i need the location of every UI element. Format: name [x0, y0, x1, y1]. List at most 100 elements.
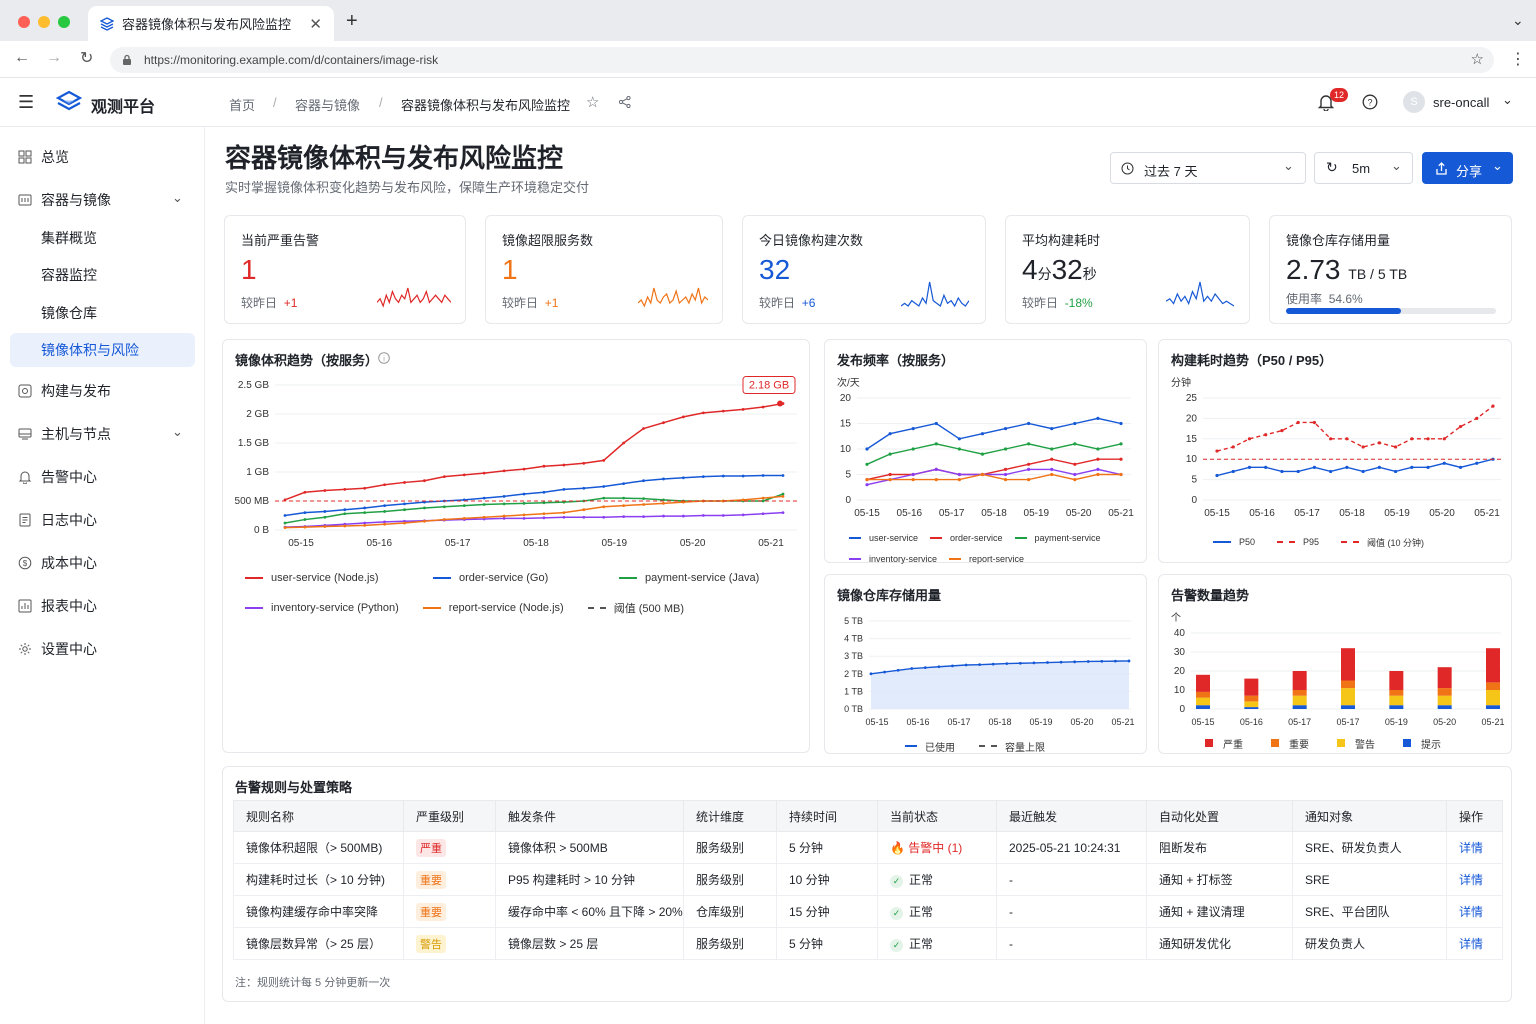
legend-item[interactable]: 警告: [1337, 736, 1375, 751]
data-point: [888, 452, 892, 456]
share-link-icon[interactable]: [619, 96, 631, 108]
data-point: [869, 672, 873, 676]
legend-item[interactable]: payment-service: [1014, 533, 1101, 543]
legend-item[interactable]: 重要: [1271, 736, 1309, 751]
tab-list-chevron-icon[interactable]: ⌄: [1512, 12, 1524, 29]
detail-link-text[interactable]: 详情: [1459, 841, 1483, 855]
table-row[interactable]: 构建耗时过长（> 10 分钟) 重要 P95 构建耗时 > 10 分钟 服务级别 10 …: [233, 863, 1503, 896]
kpi-critical-alerts[interactable]: 当前严重告警 1 较昨日 +1: [224, 215, 466, 324]
legend-item[interactable]: 严重: [1205, 736, 1243, 751]
browser-tab[interactable]: 容器镜像体积与发布风险监控 ✕: [88, 6, 334, 41]
column-header[interactable]: 自动化处置: [1146, 800, 1293, 832]
sidebar-item-build-release[interactable]: 构建与发布: [10, 374, 195, 408]
storage-area-chart: 0 TB 1 TB 2 TB 3 TB 4 TB 5 TB 05-15 05-16 05-17 0…: [844, 616, 1134, 727]
help-icon[interactable]: ?: [1362, 94, 1378, 110]
table-row[interactable]: 镜像构建缓存命中率突降 重要 缓存命中率 < 60% 且下降 > 20% 仓库级别 15…: [233, 895, 1503, 928]
sidebar-item-reports[interactable]: 报表中心: [10, 589, 195, 623]
data-point: [1032, 661, 1036, 665]
new-tab-button[interactable]: +: [346, 10, 358, 33]
legend-item[interactable]: P50: [1213, 537, 1255, 547]
user-name[interactable]: sre-oncall: [1433, 95, 1489, 110]
table-row[interactable]: 镜像体积超限（> 500MB) 严重 镜像体积 > 500MB 服务级别 5 分钟 🔥 告…: [233, 831, 1503, 864]
kpi-builds-today[interactable]: 今日镜像构建次数 32 较昨日 +6: [742, 215, 986, 324]
legend-item[interactable]: 提示: [1403, 736, 1441, 751]
legend-item[interactable]: 已使用: [905, 739, 955, 754]
forward-icon[interactable]: →: [46, 49, 62, 67]
kpi-oversize-services[interactable]: 镜像超限服务数 1 较昨日 +1: [485, 215, 723, 324]
tick-label: 1 GB: [246, 467, 269, 478]
back-icon[interactable]: ←: [14, 49, 30, 67]
legend-item[interactable]: inventory-service (Python): [245, 602, 399, 614]
column-header[interactable]: 严重级别: [403, 800, 496, 832]
column-header[interactable]: 触发条件: [495, 800, 684, 832]
sidebar-item-alerts[interactable]: 告警中心: [10, 460, 195, 494]
kpi-compare: 较昨日 +1: [241, 294, 297, 311]
legend-item[interactable]: 阈值 (10 分钟): [1341, 536, 1424, 549]
detail-link-text[interactable]: 详情: [1459, 937, 1483, 951]
sidebar-item-overview[interactable]: 总览: [10, 140, 195, 174]
legend-item[interactable]: report-service (Node.js): [422, 602, 564, 614]
sidebar-item-container-monitor[interactable]: 容器监控: [10, 258, 195, 292]
data-point: [662, 514, 665, 518]
data-point: [911, 427, 915, 431]
kpi-avg-build-time[interactable]: 平均构建耗时 4分32秒 较昨日 -18%: [1005, 215, 1250, 324]
legend-item[interactable]: user-service: [849, 533, 918, 543]
kpi-registry-storage[interactable]: 镜像仓库存储用量 2.73 TB / 5 TB 使用率 54.6%: [1269, 215, 1512, 324]
user-avatar[interactable]: S: [1403, 91, 1425, 113]
column-header[interactable]: 最近触发: [996, 800, 1147, 832]
data-point: [1231, 469, 1235, 474]
browser-menu-icon[interactable]: ⋮: [1510, 49, 1526, 69]
tab-close-icon[interactable]: ✕: [309, 15, 322, 33]
data-point: [363, 486, 367, 490]
data-point: [303, 511, 307, 514]
table-row[interactable]: 镜像层数异常（> 25 层） 警告 镜像层数 > 25 层 服务级别 5 分钟 ✓ 正常 - 通…: [233, 927, 1503, 960]
menu-toggle-icon[interactable]: ☰: [18, 92, 34, 113]
stat-dimension: 服务级别: [683, 927, 777, 960]
sidebar-item-cost[interactable]: $ 成本中心: [10, 546, 195, 580]
sidebar-item-image-registry[interactable]: 镜像仓库: [10, 296, 195, 330]
sidebar-item-hosts[interactable]: 主机与节点 ⌄: [10, 417, 195, 451]
legend-item[interactable]: P95: [1277, 537, 1319, 547]
sidebar-item-label: 报表中心: [41, 598, 97, 614]
column-header[interactable]: 通知对象: [1292, 800, 1447, 832]
data-point: [1027, 467, 1031, 471]
data-point: [741, 407, 745, 411]
legend-item[interactable]: payment-service (Java): [619, 572, 759, 584]
sidebar-item-logs[interactable]: 日志中心: [10, 503, 195, 537]
legend-item[interactable]: order-service: [930, 533, 1003, 543]
kpi-title: 当前严重告警: [241, 233, 320, 248]
legend-item[interactable]: report-service: [949, 554, 1024, 564]
column-header[interactable]: 当前状态: [877, 800, 997, 832]
legend-item[interactable]: user-service (Node.js): [245, 572, 395, 584]
column-header[interactable]: 持续时间: [776, 800, 878, 832]
sidebar-item-settings[interactable]: 设置中心: [10, 632, 195, 666]
time-range-select[interactable]: 过去 7 天 ⌄: [1110, 152, 1306, 184]
breadcrumb-home[interactable]: 首页: [229, 95, 255, 114]
sidebar-item-image-size-risk[interactable]: 镜像体积与风险: [10, 333, 195, 367]
data-point: [701, 411, 705, 415]
minimize-window-button[interactable]: [38, 16, 50, 28]
detail-link-text[interactable]: 详情: [1459, 905, 1483, 919]
sidebar-item-containers[interactable]: 容器与镜像 ⌄: [10, 183, 195, 217]
column-header[interactable]: 统计维度: [683, 800, 777, 832]
url-field[interactable]: https://monitoring.example.com/d/contain…: [110, 47, 1494, 73]
legend-item[interactable]: 容量上限: [979, 739, 1045, 754]
platform-name[interactable]: 观测平台: [91, 93, 155, 117]
browser-tabbar: 容器镜像体积与发布风险监控 ✕ + ⌄: [0, 0, 1536, 41]
legend-item[interactable]: inventory-service: [849, 554, 937, 564]
close-window-button[interactable]: [18, 16, 30, 28]
legend-item[interactable]: 阈值 (500 MB): [587, 600, 684, 616]
share-button[interactable]: 分享 ⌄: [1422, 152, 1513, 184]
refresh-interval-select[interactable]: ↻ 5m ⌄: [1314, 152, 1413, 184]
bookmark-star-icon[interactable]: ☆: [1471, 50, 1484, 68]
sidebar-item-cluster-overview[interactable]: 集群概览: [10, 221, 195, 255]
favorite-star-icon[interactable]: ☆: [586, 93, 599, 111]
maximize-window-button[interactable]: [58, 16, 70, 28]
column-header[interactable]: 规则名称: [233, 800, 404, 832]
notify-target-text: 研发负责人: [1305, 937, 1366, 951]
detail-link-text[interactable]: 详情: [1459, 873, 1483, 887]
reload-icon[interactable]: ↻: [80, 48, 93, 68]
breadcrumb-containers[interactable]: 容器与镜像: [295, 95, 360, 114]
user-menu-chevron-icon[interactable]: ⌄: [1502, 92, 1513, 108]
legend-item[interactable]: order-service (Go): [433, 572, 583, 584]
